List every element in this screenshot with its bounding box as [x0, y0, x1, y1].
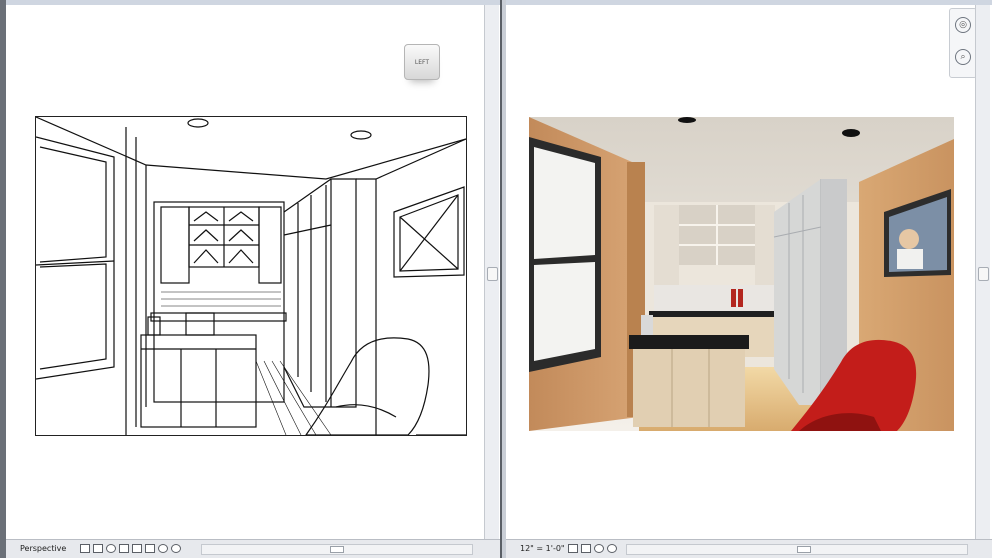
right-horizontal-scrollbar[interactable] [626, 544, 968, 555]
temp-hide-icon[interactable] [158, 544, 168, 553]
right-view-control-bar: 12" = 1'-0" [506, 539, 992, 558]
lounge-chair [305, 337, 430, 435]
crop-icon[interactable] [132, 544, 142, 553]
right-view-window[interactable]: ◎ ⌕ 12" = 1'-0" [502, 0, 992, 558]
right-view-titlebar[interactable] [506, 0, 992, 5]
ceiling-light [350, 130, 372, 140]
steering-wheel-icon[interactable]: ◎ [955, 17, 971, 33]
viewcube-label: LEFT [414, 58, 430, 66]
hidden-line-perspective-view[interactable] [35, 116, 467, 436]
ceiling-light [678, 117, 696, 123]
left-vertical-scrollbar[interactable] [484, 5, 499, 540]
left-horizontal-scrollbar[interactable] [201, 544, 473, 555]
navigation-bar: ◎ ⌕ [949, 8, 977, 78]
reveal-hidden-icon[interactable] [171, 544, 181, 553]
scrollbar-thumb[interactable] [487, 267, 498, 281]
left-view-control-bar: Perspective [6, 539, 500, 558]
scrollbar-thumb[interactable] [978, 267, 989, 281]
ceiling-light [842, 129, 860, 137]
right-vertical-scrollbar[interactable] [975, 5, 990, 540]
scrollbar-thumb[interactable] [797, 546, 811, 553]
wall-picture [393, 186, 465, 278]
zoom-icon[interactable]: ⌕ [955, 49, 971, 65]
view-scale-label[interactable]: Perspective [20, 544, 66, 553]
rendered-perspective-view[interactable] [529, 117, 954, 431]
sun-path-icon[interactable] [594, 544, 604, 553]
display-style-icon[interactable] [80, 544, 90, 553]
scrollbar-thumb[interactable] [330, 546, 344, 553]
sun-path-icon[interactable] [106, 544, 116, 553]
left-view-window[interactable]: LEFT Perspective [0, 0, 500, 558]
show-crop-icon[interactable] [145, 544, 155, 553]
view-scale-label[interactable]: 12" = 1'-0" [520, 544, 565, 553]
display-style-icon[interactable] [568, 544, 578, 553]
shadows-icon[interactable] [119, 544, 129, 553]
viewcube[interactable]: LEFT [404, 44, 440, 80]
render-icon[interactable] [93, 544, 103, 553]
window-left [36, 136, 115, 380]
render-icon[interactable] [581, 544, 591, 553]
left-view-titlebar[interactable] [6, 0, 500, 5]
crop-icon[interactable] [607, 544, 617, 553]
ceiling-light [187, 118, 209, 128]
window-left [529, 137, 601, 372]
